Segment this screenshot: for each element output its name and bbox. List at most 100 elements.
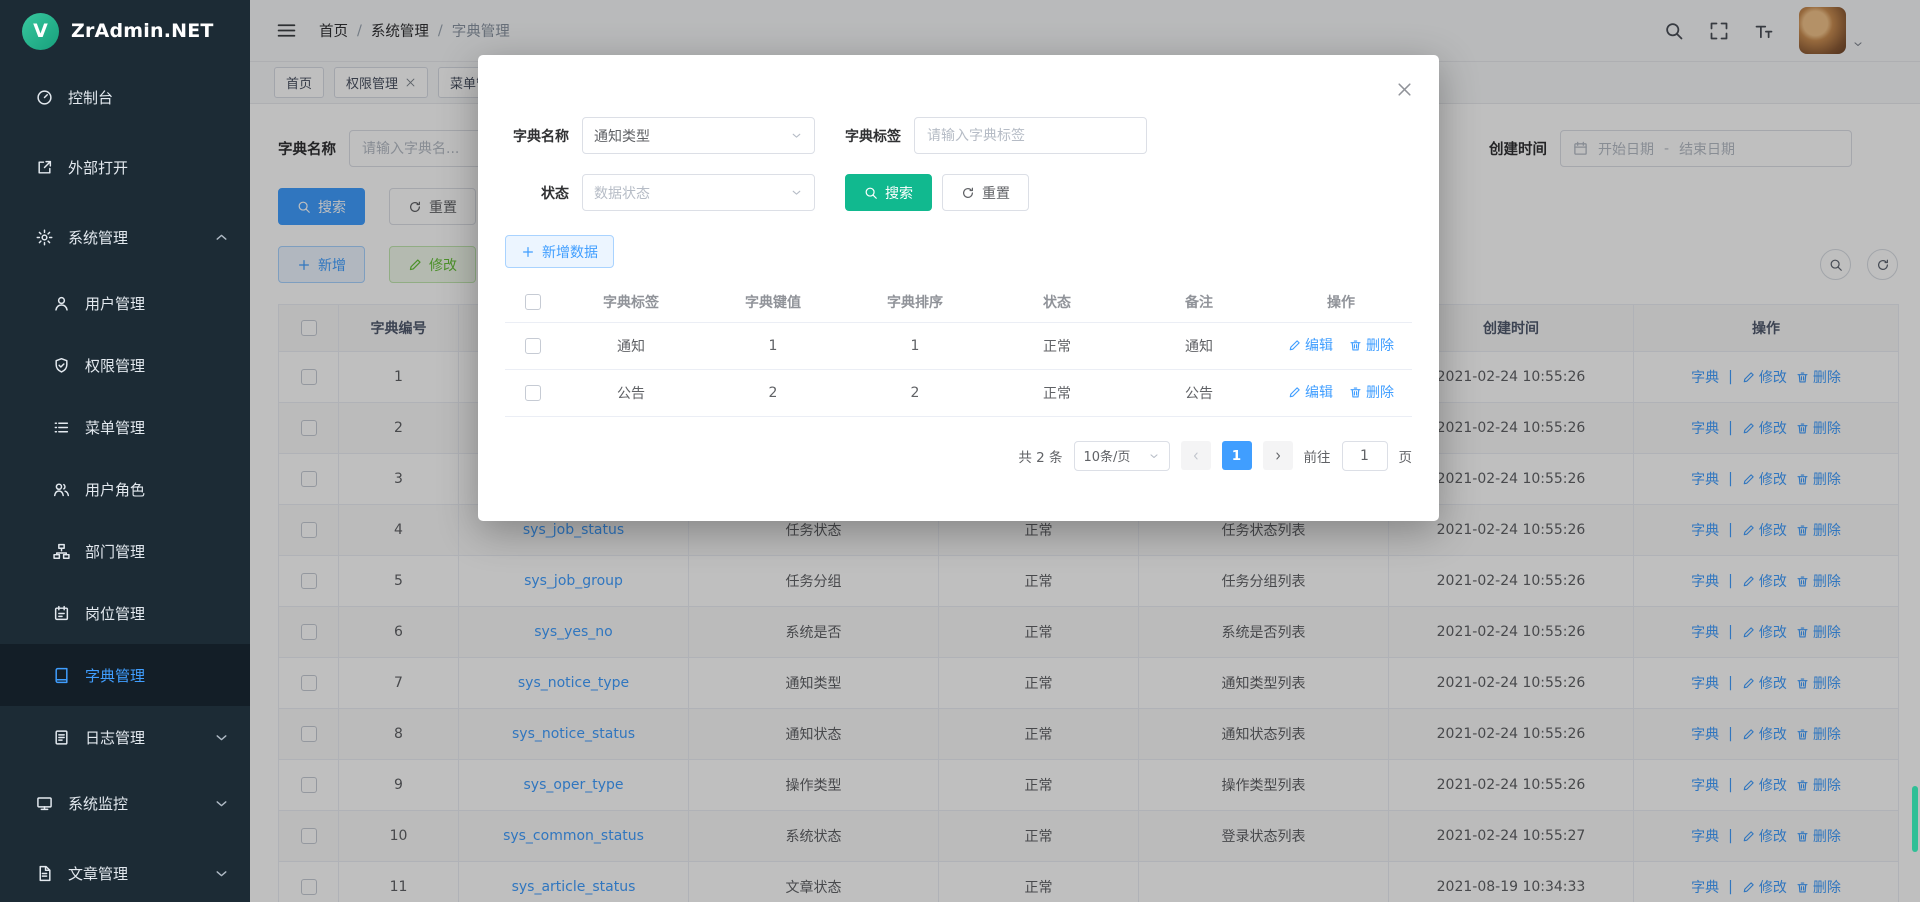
chevron-down-icon: [213, 729, 230, 746]
sidebar-item-menu[interactable]: 菜单管理: [0, 396, 250, 458]
status-label: 状态: [505, 183, 569, 203]
cell-dict-label: 公告: [560, 369, 702, 416]
scrollbar-thumb[interactable]: [1912, 786, 1918, 852]
chevron-right-icon: [1272, 450, 1284, 462]
delete-link-label: 删除: [1366, 382, 1394, 402]
page-unit-label: 页: [1399, 446, 1413, 466]
sidebar-item-label: 权限管理: [85, 355, 145, 376]
chevron-down-icon: [790, 129, 803, 142]
modal-search-button[interactable]: 搜索: [845, 174, 932, 211]
org-tree-icon: [53, 543, 70, 560]
sidebar-item-permission[interactable]: 权限管理: [0, 334, 250, 396]
sidebar-item-console[interactable]: 控制台: [0, 62, 250, 132]
pagination-total: 共 2 条: [1018, 446, 1062, 466]
sidebar-item-log[interactable]: 日志管理: [0, 706, 250, 768]
sidebar-item-monitor[interactable]: 系统监控: [0, 768, 250, 838]
sidebar-item-label: 用户管理: [85, 293, 145, 314]
select-all-checkbox[interactable]: [525, 294, 541, 310]
edit-link[interactable]: 编辑: [1288, 335, 1333, 355]
cell-status: 正常: [986, 322, 1128, 369]
chevron-down-icon: [213, 865, 230, 882]
sidebar-item-label: 系统监控: [68, 793, 128, 814]
header-dict-label: 字典标签: [560, 282, 702, 322]
sidebar-item-label: 用户角色: [85, 479, 145, 500]
app-title: ZrAdmin.NET: [71, 20, 214, 42]
monitor-icon: [36, 795, 53, 812]
refresh-icon: [961, 186, 975, 200]
plus-icon: [521, 245, 535, 259]
sidebar-item-post[interactable]: 岗位管理: [0, 582, 250, 644]
cell-remark: 公告: [1128, 369, 1270, 416]
edit-icon: [1288, 386, 1301, 399]
page-number-1[interactable]: 1: [1222, 441, 1252, 470]
sidebar-item-label: 字典管理: [85, 665, 145, 686]
close-icon[interactable]: [1396, 81, 1413, 98]
sidebar-item-article[interactable]: 文章管理: [0, 838, 250, 902]
modal-filter-row-2: 状态 数据状态 搜索 重置: [505, 174, 1412, 211]
delete-link-label: 删除: [1366, 335, 1394, 355]
pagination: 共 2 条 10条/页 1 前往 页: [505, 441, 1412, 471]
sidebar-menu: 控制台 外部打开 系统管理 用户管理 权限管理 菜单管理: [0, 62, 250, 902]
edit-icon: [1288, 339, 1301, 352]
document-icon: [36, 865, 53, 882]
sidebar-item-role[interactable]: 用户角色: [0, 458, 250, 520]
delete-link[interactable]: 删除: [1349, 382, 1394, 402]
dict-name-select-value: 通知类型: [594, 126, 650, 146]
page-size-value: 10条/页: [1084, 446, 1131, 465]
prev-page-button[interactable]: [1181, 441, 1211, 470]
add-data-button[interactable]: 新增数据: [505, 235, 614, 268]
chevron-left-icon: [1190, 450, 1202, 462]
sidebar-item-user[interactable]: 用户管理: [0, 272, 250, 334]
next-page-button[interactable]: [1263, 441, 1293, 470]
chevron-up-icon: [213, 229, 230, 246]
header-ops: 操作: [1270, 282, 1412, 322]
app-logo[interactable]: V ZrAdmin.NET: [0, 0, 250, 62]
dashboard-icon: [36, 89, 53, 106]
sidebar-item-label: 岗位管理: [85, 603, 145, 624]
trash-icon: [1349, 339, 1362, 352]
chevron-down-icon: [790, 186, 803, 199]
sidebar: V ZrAdmin.NET 控制台 外部打开 系统管理 用户管理: [0, 0, 250, 902]
status-select[interactable]: 数据状态: [582, 174, 815, 211]
external-link-icon: [36, 159, 53, 176]
search-icon: [864, 186, 878, 200]
page-size-select[interactable]: 10条/页: [1074, 441, 1170, 471]
id-badge-icon: [53, 605, 70, 622]
edit-link-label: 编辑: [1305, 382, 1333, 402]
users-icon: [53, 481, 70, 498]
modal-reset-button[interactable]: 重置: [942, 174, 1029, 211]
add-data-label: 新增数据: [542, 242, 598, 262]
delete-link[interactable]: 删除: [1349, 335, 1394, 355]
dict-data-table: 字典标签 字典键值 字典排序 状态 备注 操作 通知 1 1 正常 通知: [505, 282, 1412, 417]
sidebar-item-dict[interactable]: 字典管理: [0, 644, 250, 706]
menu-list-icon: [53, 419, 70, 436]
dict-label-label: 字典标签: [845, 126, 901, 146]
modal-table-header-row: 字典标签 字典键值 字典排序 状态 备注 操作: [505, 282, 1412, 322]
header-dict-value: 字典键值: [702, 282, 844, 322]
row-checkbox[interactable]: [525, 385, 541, 401]
dict-data-modal: 字典名称 通知类型 字典标签 状态 数据状态 搜索 重置 新增数据: [478, 55, 1439, 521]
row-checkbox[interactable]: [525, 338, 541, 354]
edit-link[interactable]: 编辑: [1288, 382, 1333, 402]
dict-label-input[interactable]: [914, 117, 1147, 154]
gear-icon: [36, 229, 53, 246]
status-select-placeholder: 数据状态: [594, 183, 650, 203]
modal-table-row: 公告 2 2 正常 公告 编辑 删除: [505, 369, 1412, 416]
header-dict-sort: 字典排序: [844, 282, 986, 322]
goto-page-input[interactable]: [1342, 441, 1388, 471]
goto-label: 前往: [1304, 446, 1331, 466]
sidebar-item-label: 部门管理: [85, 541, 145, 562]
sidebar-item-dept[interactable]: 部门管理: [0, 520, 250, 582]
sidebar-item-external[interactable]: 外部打开: [0, 132, 250, 202]
sidebar-item-system[interactable]: 系统管理: [0, 202, 250, 272]
cell-dict-sort: 1: [844, 322, 986, 369]
cell-dict-sort: 2: [844, 369, 986, 416]
book-icon: [53, 667, 70, 684]
cell-dict-value: 2: [702, 369, 844, 416]
header-status: 状态: [986, 282, 1128, 322]
cell-dict-label: 通知: [560, 322, 702, 369]
sidebar-item-label: 外部打开: [68, 157, 128, 178]
dict-name-select[interactable]: 通知类型: [582, 117, 815, 154]
sidebar-item-label: 文章管理: [68, 863, 128, 884]
sidebar-item-label: 日志管理: [85, 727, 145, 748]
